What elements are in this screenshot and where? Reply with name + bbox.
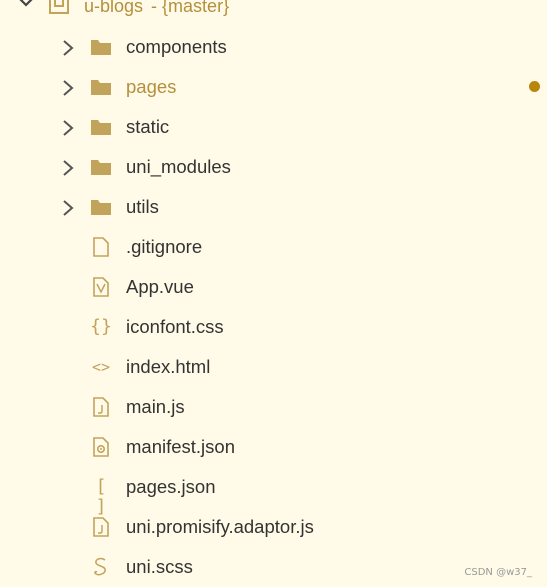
chevron-right-icon[interactable] xyxy=(61,159,75,182)
js-file-icon xyxy=(90,517,112,537)
modified-indicator-dot xyxy=(529,81,540,92)
folder-icon xyxy=(90,77,112,97)
html-brackets-icon: <> xyxy=(91,358,111,376)
project-root-row[interactable]: u-blogs - {master} xyxy=(0,0,547,18)
tree-item-main-js[interactable]: main.js xyxy=(0,387,547,427)
tree-item-label: .gitignore xyxy=(126,236,203,257)
tree-item-index-html[interactable]: <> index.html xyxy=(0,347,547,387)
tree-item-label: main.js xyxy=(126,396,185,417)
manifest-gear-icon xyxy=(90,437,112,457)
css-braces-icon: {} xyxy=(90,316,112,337)
tree-item-utils[interactable]: utils xyxy=(0,187,547,227)
tree-item-pages[interactable]: pages xyxy=(0,67,547,107)
folder-icon xyxy=(90,157,112,177)
tree-item-gitignore[interactable]: .gitignore xyxy=(0,227,547,267)
tree-item-label: static xyxy=(126,116,170,137)
project-icon xyxy=(49,0,69,19)
scss-icon xyxy=(90,557,112,577)
tree-item-label: pages.json xyxy=(126,476,216,497)
folder-icon xyxy=(90,197,112,217)
chevron-right-icon[interactable] xyxy=(61,39,75,62)
tree-item-label: components xyxy=(126,36,227,57)
watermark: CSDN @w37_ xyxy=(464,567,532,578)
file-icon xyxy=(90,237,112,257)
tree-item-components[interactable]: components xyxy=(0,27,547,67)
project-name: u-blogs - {master} xyxy=(84,0,229,16)
tree-item-label: manifest.json xyxy=(126,436,235,457)
tree-item-uni-modules[interactable]: uni_modules xyxy=(0,147,547,187)
tree-item-label: uni.scss xyxy=(126,556,193,577)
tree-item-label: utils xyxy=(126,196,159,217)
tree-item-label: App.vue xyxy=(126,276,194,297)
tree-item-manifest-json[interactable]: manifest.json xyxy=(0,427,547,467)
chevron-right-icon[interactable] xyxy=(61,79,75,102)
tree-item-label: pages xyxy=(126,76,177,97)
tree-item-static[interactable]: static xyxy=(0,107,547,147)
tree-item-label: iconfont.css xyxy=(126,316,224,337)
tree-item-uni-promisify-adaptor-js[interactable]: uni.promisify.adaptor.js xyxy=(0,507,547,547)
branch-label: - {master} xyxy=(151,0,230,16)
tree-item-label: uni.promisify.adaptor.js xyxy=(126,516,314,537)
folder-icon xyxy=(90,37,112,57)
chevron-right-icon[interactable] xyxy=(61,119,75,142)
tree-item-label: uni_modules xyxy=(126,156,231,177)
tree-item-app-vue[interactable]: App.vue xyxy=(0,267,547,307)
json-brackets-icon: [ ] xyxy=(95,476,107,517)
folder-icon xyxy=(90,117,112,137)
tree-item-pages-json[interactable]: [ ] pages.json xyxy=(0,467,547,517)
chevron-down-icon[interactable] xyxy=(16,0,36,13)
tree-item-label: index.html xyxy=(126,356,211,377)
tree-item-iconfont-css[interactable]: {} iconfont.css xyxy=(0,307,547,347)
chevron-right-icon[interactable] xyxy=(61,199,75,222)
vue-file-icon xyxy=(90,277,112,297)
js-file-icon xyxy=(90,397,112,417)
